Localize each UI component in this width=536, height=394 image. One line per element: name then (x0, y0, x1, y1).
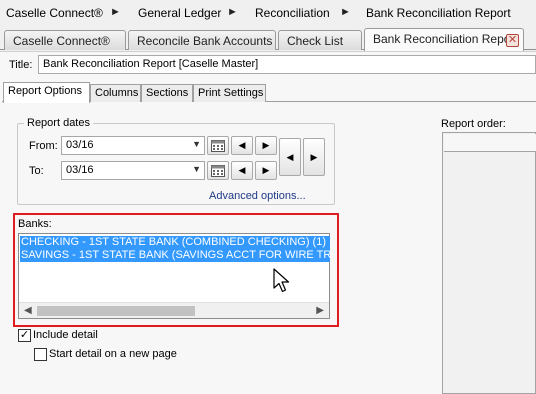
tab-report-options[interactable]: Report Options (3, 82, 90, 103)
chevron-left-icon[interactable]: ◀ (24, 305, 32, 316)
next-arrow-icon[interactable]: ▶ (255, 161, 277, 180)
from-date-value: 03/16 (66, 139, 94, 151)
chevron-right-icon[interactable]: ▶ (316, 305, 324, 316)
include-detail-label: Include detail (33, 329, 98, 341)
to-date-value: 03/16 (66, 164, 94, 176)
tab-caselle-connect[interactable]: Caselle Connect® (4, 30, 126, 50)
tab-label: Reconcile Bank Accounts (137, 34, 273, 48)
previous-period-icon[interactable]: ◀ (279, 138, 301, 176)
chevron-down-icon[interactable]: ▼ (192, 139, 201, 149)
breadcrumb-bank-reconciliation-report[interactable]: Bank Reconciliation Report (366, 6, 511, 20)
report-order-list[interactable] (442, 132, 536, 394)
report-order-label: Report order: (441, 118, 506, 130)
calendar-icon[interactable] (207, 136, 229, 155)
title-label: Title: (9, 59, 33, 71)
list-item[interactable]: CHECKING - 1ST STATE BANK (COMBINED CHEC… (20, 236, 330, 249)
title-input[interactable]: Bank Reconciliation Report [Caselle Mast… (38, 55, 536, 74)
tab-label: Check List (287, 34, 344, 48)
breadcrumb-reconciliation[interactable]: Reconciliation (255, 6, 330, 20)
next-period-icon[interactable]: ▶ (303, 138, 325, 176)
tab-print-settings[interactable]: Print Settings (193, 84, 266, 102)
include-detail-checkbox[interactable]: ✓ (18, 329, 31, 342)
tab-reconcile-bank-accounts[interactable]: Reconcile Bank Accounts (128, 30, 276, 50)
calendar-icon[interactable] (207, 161, 229, 180)
tab-label: Caselle Connect® (13, 34, 110, 48)
breadcrumb-general-ledger[interactable]: General Ledger (138, 6, 221, 20)
chevron-right-icon[interactable]: ► (227, 6, 238, 18)
from-label: From: (29, 140, 58, 152)
tab-columns[interactable]: Columns (90, 84, 141, 102)
scrollbar-thumb[interactable] (37, 306, 195, 316)
previous-arrow-icon[interactable]: ◀ (231, 161, 253, 180)
from-date-select[interactable]: 03/16 ▼ (61, 136, 205, 155)
horizontal-scrollbar[interactable]: ◀ ▶ (19, 302, 329, 318)
start-detail-new-page-label: Start detail on a new page (49, 348, 177, 360)
advanced-options-link[interactable]: Advanced options... (209, 190, 306, 202)
tab-sections[interactable]: Sections (141, 84, 193, 102)
to-date-select[interactable]: 03/16 ▼ (61, 161, 205, 180)
report-dates-title: Report dates (24, 117, 93, 129)
report-order-header (444, 134, 536, 152)
previous-arrow-icon[interactable]: ◀ (231, 136, 253, 155)
chevron-right-icon[interactable]: ► (340, 6, 351, 18)
next-arrow-icon[interactable]: ▶ (255, 136, 277, 155)
banks-label: Banks: (18, 218, 52, 230)
to-label: To: (29, 165, 44, 177)
close-icon[interactable]: ✕ (506, 34, 519, 47)
list-item[interactable]: SAVINGS - 1ST STATE BANK (SAVINGS ACCT F… (20, 249, 330, 262)
breadcrumb-caselle-connect[interactable]: Caselle Connect® (6, 6, 103, 20)
mouse-pointer-icon (273, 268, 290, 293)
chevron-right-icon[interactable]: ► (110, 6, 121, 18)
tab-check-list[interactable]: Check List (278, 30, 362, 50)
start-detail-new-page-checkbox[interactable] (34, 348, 47, 361)
tab-bank-reconciliation-report[interactable]: Bank Reconciliation Report ✕ (364, 28, 524, 51)
chevron-down-icon[interactable]: ▼ (192, 164, 201, 174)
tab-label: Bank Reconciliation Report (373, 32, 518, 46)
